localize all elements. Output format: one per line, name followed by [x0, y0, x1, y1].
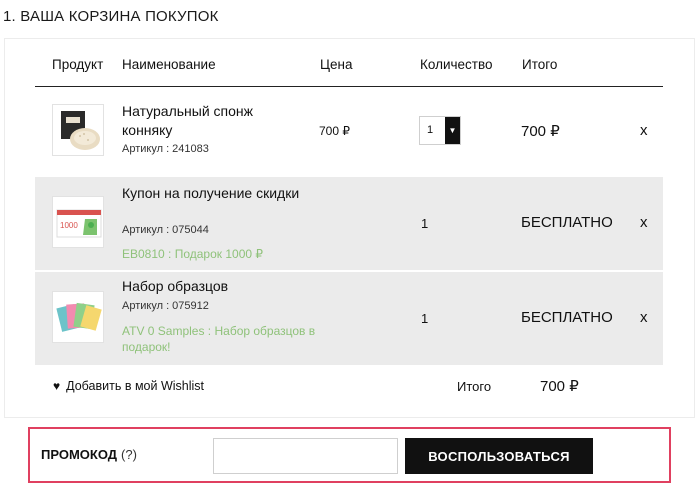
quantity-select[interactable]: 1 ▼ [419, 116, 461, 145]
wishlist-label: Добавить в мой Wishlist [66, 379, 205, 393]
header-total: Итого [522, 57, 558, 72]
item-total: БЕСПЛАТНО [521, 214, 613, 231]
promo-code-title: ПРОМОКОД [41, 447, 118, 462]
item-name[interactable]: Набор образцов [122, 277, 302, 296]
promo-code-section: ПРОМОКОД (?) ВОСПОЛЬЗОВАТЬСЯ [28, 427, 671, 483]
header-product: Продукт [52, 57, 104, 72]
header-price: Цена [320, 57, 353, 72]
remove-item-button[interactable]: x [640, 309, 648, 326]
item-name[interactable]: Натуральный спонж конняку [122, 102, 302, 140]
item-total: 700 ₽ [521, 123, 560, 140]
promo-note: EB0810 : Подарок 1000 ₽ [122, 247, 264, 261]
heart-icon: ♥ [53, 379, 61, 393]
item-sku: Артикул : 241083 [122, 143, 209, 155]
cart-row: Набор образцов Артикул : 075912 ATV 0 Sa… [35, 272, 663, 365]
cart-row: 1000 Купон на получение скидки Артикул :… [35, 177, 663, 270]
product-image-coupon[interactable]: 1000 [52, 196, 104, 248]
header-name: Наименование [122, 57, 216, 72]
item-price: 700 ₽ [319, 124, 350, 138]
grand-total-label: Итого [457, 379, 492, 394]
cart-footer: ♥ Добавить в мой Wishlist Итого 700 ₽ [5, 369, 694, 409]
cart-header: Продукт Наименование Цена Количество Ито… [5, 39, 694, 87]
item-sku: Артикул : 075044 [122, 224, 209, 236]
quantity-value: 1 [421, 216, 429, 231]
grand-total-value: 700 ₽ [540, 378, 579, 395]
item-total: БЕСПЛАТНО [521, 309, 613, 326]
chevron-down-icon[interactable]: ▼ [445, 117, 460, 144]
section-title: 1. ВАША КОРЗИНА ПОКУПОК [3, 8, 219, 25]
apply-promo-button[interactable]: ВОСПОЛЬЗОВАТЬСЯ [405, 438, 593, 474]
add-to-wishlist-link[interactable]: ♥ Добавить в мой Wishlist [53, 379, 204, 393]
cart-table: Продукт Наименование Цена Количество Ито… [4, 38, 695, 418]
item-sku: Артикул : 075912 [122, 300, 209, 312]
promo-code-label: ПРОМОКОД (?) [41, 447, 137, 462]
remove-item-button[interactable]: x [640, 214, 648, 231]
quantity-value: 1 [421, 311, 429, 326]
product-image-sponge[interactable] [52, 104, 104, 156]
quantity-value: 1 [427, 124, 434, 136]
promo-note: ATV 0 Samples : Набор образцов в подарок… [122, 324, 316, 354]
product-image-samples[interactable] [52, 291, 104, 343]
cart-row: Натуральный спонж конняку Артикул : 2410… [35, 87, 663, 177]
svg-text:1000: 1000 [60, 221, 78, 230]
remove-item-button[interactable]: x [640, 122, 648, 139]
item-name[interactable]: Купон на получение скидки [122, 184, 302, 203]
promo-code-input[interactable] [213, 438, 398, 474]
header-quantity: Количество [420, 57, 493, 72]
promo-help-link[interactable]: (?) [121, 447, 137, 462]
